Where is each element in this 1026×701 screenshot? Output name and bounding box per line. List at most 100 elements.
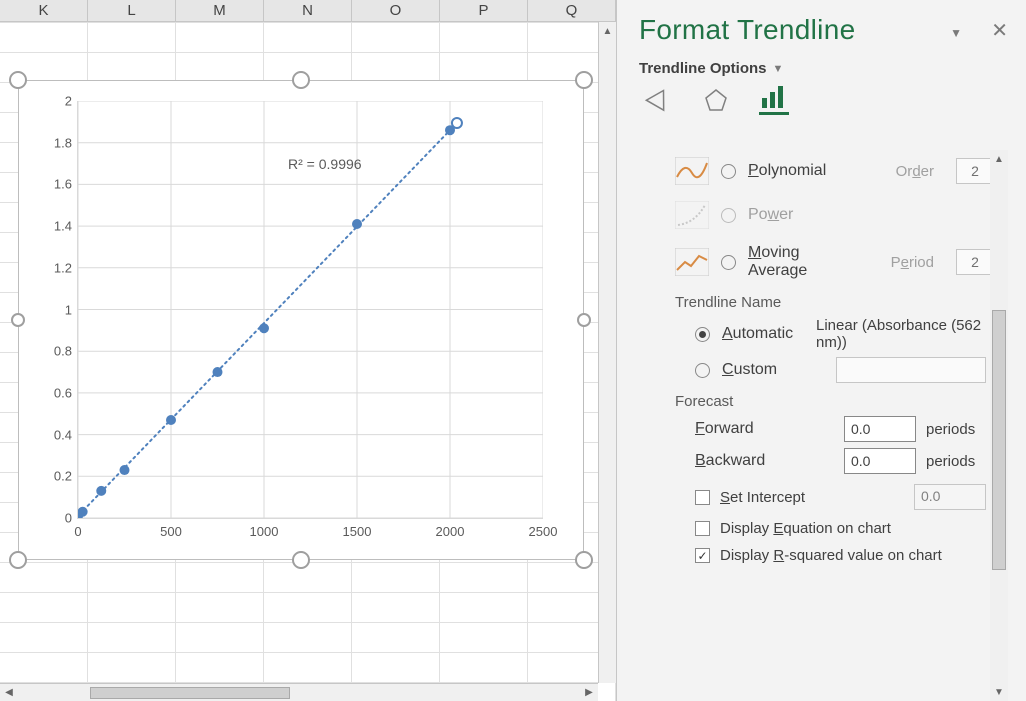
moving-average-option[interactable]: MovingAverage Period 2 ▲▼ <box>675 244 1008 280</box>
display-r2-checkbox[interactable]: ✓ <box>695 548 710 563</box>
display-equation-row[interactable]: Display Equation on chart <box>695 520 1008 537</box>
pane-vertical-scrollbar[interactable]: ▲ ▼ <box>990 150 1008 701</box>
resize-handle-r[interactable] <box>577 313 591 327</box>
set-intercept-row[interactable]: Set Intercept 0.0 <box>695 484 1008 510</box>
column-header-N[interactable]: N <box>264 0 352 21</box>
trendline-options-category-icon[interactable] <box>759 85 789 115</box>
cell-grid[interactable]: R² = 0.9996 00.20.40.60.811.21.41.61.820… <box>0 22 616 701</box>
set-intercept-checkbox[interactable] <box>695 490 710 505</box>
x-tick: 0 <box>74 524 81 539</box>
power-radio <box>721 208 736 223</box>
column-header-O[interactable]: O <box>352 0 440 21</box>
polynomial-icon <box>675 156 709 186</box>
y-tick: 0 <box>65 511 72 526</box>
resize-handle-tr[interactable] <box>575 71 593 89</box>
moving-average-icon <box>675 247 709 277</box>
polynomial-label: Polynomial <box>748 162 826 180</box>
x-tick: 2500 <box>529 524 558 539</box>
power-option: Power <box>675 200 1008 230</box>
x-tick: 2000 <box>436 524 465 539</box>
sheet-vertical-scrollbar[interactable]: ▲ <box>598 22 616 683</box>
trendline-name-section: Trendline Name <box>675 294 1008 311</box>
automatic-name-row[interactable]: Automatic Linear (Absorbance (562 nm)) <box>695 317 1008 351</box>
backward-unit: periods <box>926 453 986 470</box>
resize-handle-tl[interactable] <box>9 71 27 89</box>
order-value: 2 <box>957 163 993 179</box>
column-header-K[interactable]: K <box>0 0 88 21</box>
chart-object[interactable]: R² = 0.9996 00.20.40.60.811.21.41.61.820… <box>18 80 584 560</box>
display-r2-row[interactable]: ✓ Display R-squared value on chart <box>695 547 1008 564</box>
y-tick: 0.2 <box>54 469 72 484</box>
forecast-section: Forecast <box>675 393 1008 410</box>
y-tick: 0.8 <box>54 344 72 359</box>
moving-average-label: MovingAverage <box>748 244 807 280</box>
sheet-horizontal-scrollbar[interactable]: ◀ ▶ <box>0 683 598 701</box>
order-label: Order <box>896 163 934 180</box>
period-label: Period <box>891 254 934 271</box>
column-headers: KLMNOPQ <box>0 0 616 22</box>
forward-label: Forward <box>695 420 785 438</box>
automatic-name-value: Linear (Absorbance (562 nm)) <box>816 317 986 351</box>
y-tick: 0.6 <box>54 385 72 400</box>
y-tick: 1.6 <box>54 177 72 192</box>
pane-scroll-up[interactable]: ▲ <box>990 150 1008 168</box>
power-icon <box>675 200 709 230</box>
y-tick: 2 <box>65 94 72 109</box>
pane-scroll-thumb[interactable] <box>992 310 1006 570</box>
effects-category-icon[interactable] <box>701 85 731 115</box>
pane-close-icon[interactable]: ✕ <box>991 18 1008 43</box>
y-tick: 1.4 <box>54 219 72 234</box>
polynomial-option[interactable]: Polynomial Order 2 ▲▼ <box>675 156 1008 186</box>
forward-unit: periods <box>926 421 986 438</box>
resize-handle-br[interactable] <box>575 551 593 569</box>
set-intercept-value: 0.0 <box>914 484 986 510</box>
power-label: Power <box>748 206 793 224</box>
resize-handle-t[interactable] <box>292 71 310 89</box>
scroll-left-arrow[interactable]: ◀ <box>0 687 18 698</box>
hscroll-thumb[interactable] <box>90 687 290 699</box>
x-tick: 500 <box>160 524 182 539</box>
custom-label: Custom <box>722 361 777 379</box>
custom-name-input[interactable] <box>836 357 986 383</box>
x-tick: 1000 <box>250 524 279 539</box>
custom-radio[interactable] <box>695 363 710 378</box>
display-equation-checkbox[interactable] <box>695 521 710 536</box>
plot-area[interactable]: R² = 0.9996 00.20.40.60.811.21.41.61.820… <box>77 101 543 519</box>
automatic-radio[interactable] <box>695 327 710 342</box>
pane-dropdown-icon[interactable]: ▼ <box>950 26 962 40</box>
display-r2-label: Display R-squared value on chart <box>720 547 942 564</box>
period-value: 2 <box>957 254 993 270</box>
scroll-up-arrow[interactable]: ▲ <box>599 22 616 40</box>
pane-subtitle[interactable]: Trendline Options ▼ <box>639 60 1026 77</box>
backward-input[interactable] <box>844 448 916 474</box>
moving-average-radio[interactable] <box>721 255 736 270</box>
backward-label: Backward <box>695 452 785 470</box>
display-equation-label: Display Equation on chart <box>720 520 891 537</box>
format-trendline-pane: Format Trendline ▼ ✕ Trendline Options ▼ <box>616 0 1026 701</box>
set-intercept-label: Set Intercept <box>720 489 805 506</box>
r-squared-label[interactable]: R² = 0.9996 <box>288 156 362 172</box>
resize-handle-l[interactable] <box>11 313 25 327</box>
custom-name-row[interactable]: Custom <box>695 357 1008 383</box>
forward-input[interactable] <box>844 416 916 442</box>
spreadsheet-area: KLMNOPQ R² = 0.9996 00.20.40.60.811.21.4… <box>0 0 616 701</box>
pane-body: Polynomial Order 2 ▲▼ Power <box>639 150 1008 701</box>
y-tick: 1.2 <box>54 260 72 275</box>
column-header-L[interactable]: L <box>88 0 176 21</box>
column-header-Q[interactable]: Q <box>528 0 616 21</box>
automatic-label: Automatic <box>722 325 793 343</box>
resize-handle-b[interactable] <box>292 551 310 569</box>
y-tick: 1.8 <box>54 135 72 150</box>
chevron-down-icon: ▼ <box>773 63 784 75</box>
fill-line-category-icon[interactable] <box>643 85 673 115</box>
column-header-M[interactable]: M <box>176 0 264 21</box>
polynomial-radio[interactable] <box>721 164 736 179</box>
pane-subtitle-label: Trendline Options <box>639 60 767 77</box>
y-tick: 0.4 <box>54 427 72 442</box>
pane-title: Format Trendline <box>639 14 1026 46</box>
scroll-right-arrow[interactable]: ▶ <box>580 687 598 698</box>
resize-handle-bl[interactable] <box>9 551 27 569</box>
x-tick: 1500 <box>343 524 372 539</box>
column-header-P[interactable]: P <box>440 0 528 21</box>
pane-scroll-down[interactable]: ▼ <box>990 683 1008 701</box>
